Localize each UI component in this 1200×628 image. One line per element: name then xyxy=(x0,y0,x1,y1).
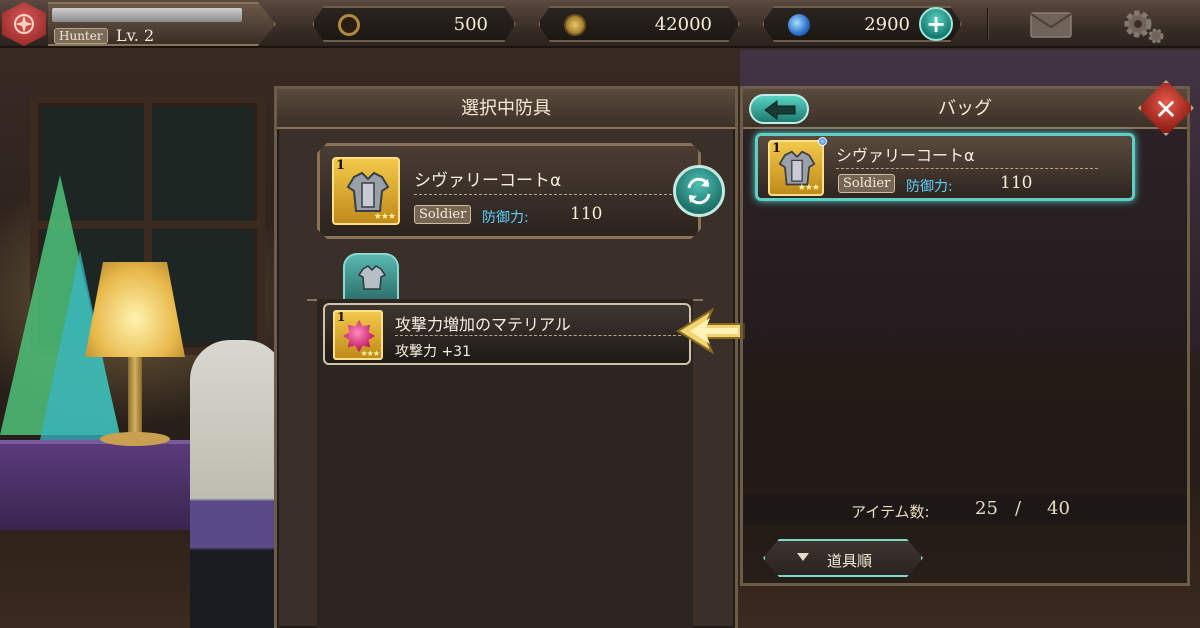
class-badge: Hunter xyxy=(54,28,108,44)
defense-label: 防御力: xyxy=(906,179,953,195)
armor-tab-icon xyxy=(357,265,387,290)
background-lamp-base xyxy=(100,432,170,446)
dotted-divider xyxy=(395,335,681,336)
dotted-divider xyxy=(836,168,1098,169)
gem-currency-value: 2900 xyxy=(864,14,910,35)
swap-icon xyxy=(687,177,711,205)
ring-currency-display: 500 xyxy=(312,6,516,42)
bag-item-thumbnail: 1 ★★★ xyxy=(768,140,824,196)
back-arrow-icon xyxy=(764,100,796,120)
equipped-indicator xyxy=(818,137,827,146)
coin-currency-display: 42000 xyxy=(538,6,740,42)
coin-currency-value: 42000 xyxy=(654,14,712,35)
selected-armor-panel: 選択中防具 1 ★★★ シヴァリーコートα Soldier 防御力: 110 1… xyxy=(274,86,738,628)
materia-thumbnail: 1 ★★★ xyxy=(333,310,383,360)
player-exp-bar xyxy=(52,8,242,22)
topbar-divider xyxy=(987,8,989,40)
player-character xyxy=(190,340,285,628)
sort-order-button[interactable]: 道具順 xyxy=(763,539,923,577)
equipped-armor-card[interactable]: 1 ★★★ シヴァリーコートα Soldier 防御力: 110 xyxy=(317,143,701,239)
materia-slot-card[interactable]: 1 ★★★ 攻撃力増加のマテリアル 攻撃力 +31 xyxy=(323,303,691,365)
item-count-bar: アイテム数: 25 / 40 xyxy=(743,495,1187,525)
player-name-plate: Hunter Lv. 2 xyxy=(48,2,276,46)
bag-item-name: シヴァリーコートα xyxy=(836,146,975,165)
materia-name: 攻撃力増加のマテリアル xyxy=(395,315,571,334)
ring-icon xyxy=(338,14,360,36)
rarity-stars: ★★★ xyxy=(360,349,379,358)
materia-gem-icon xyxy=(343,320,375,352)
rarity-stars: ★★★ xyxy=(797,183,820,193)
background-lamp-stand xyxy=(128,357,142,437)
defense-label: 防御力: xyxy=(482,210,529,226)
class-badge: Soldier xyxy=(414,205,471,224)
bag-title: バッグ xyxy=(743,89,1187,129)
armor-icon xyxy=(344,171,392,215)
player-level: Lv. 2 xyxy=(116,26,155,45)
item-count: 1 xyxy=(337,310,346,324)
defense-value: 110 xyxy=(570,204,603,224)
tab-armor[interactable] xyxy=(343,253,399,301)
add-gems-button[interactable]: + xyxy=(919,7,953,41)
item-count-label: アイテム数: xyxy=(851,503,930,521)
dotted-divider xyxy=(414,194,672,195)
rarity-stars: ★★★ xyxy=(373,212,395,222)
bag-panel: バッグ 1 ★★★ シヴァリーコートα Soldier 防御力: 110 アイテ… xyxy=(740,86,1190,586)
defense-value: 110 xyxy=(1000,173,1033,193)
materia-stat: 攻撃力 +31 xyxy=(395,344,471,360)
equipped-armor-name: シヴァリーコートα xyxy=(414,171,562,191)
chevron-down-icon xyxy=(797,553,809,561)
equipped-armor-thumbnail: 1 ★★★ xyxy=(332,157,400,225)
swap-armor-button[interactable] xyxy=(673,165,725,217)
gear-icon[interactable] xyxy=(1118,6,1168,46)
mail-icon[interactable] xyxy=(1030,12,1072,38)
coin-icon xyxy=(564,14,586,36)
item-count-current: 25 xyxy=(975,498,998,519)
sort-order-label: 道具順 xyxy=(827,552,873,570)
item-count-separator: / xyxy=(1015,498,1022,519)
top-status-bar: Hunter Lv. 2 500 42000 2900 + xyxy=(0,0,1200,48)
back-button[interactable] xyxy=(749,94,809,124)
player-emblem-icon[interactable] xyxy=(2,2,46,46)
insert-arrow-icon xyxy=(676,307,745,355)
bag-item[interactable]: 1 ★★★ シヴァリーコートα Soldier 防御力: 110 xyxy=(755,133,1135,201)
gem-icon xyxy=(788,14,810,36)
selected-armor-title: 選択中防具 xyxy=(277,89,735,129)
item-count-max: 40 xyxy=(1047,498,1070,519)
class-badge: Soldier xyxy=(838,174,896,193)
ring-currency-value: 500 xyxy=(453,14,488,35)
